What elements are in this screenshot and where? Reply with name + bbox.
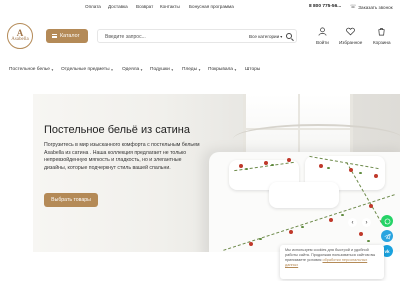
page: A Asabella Оплата Доставка Возврат Конта… xyxy=(0,0,400,281)
nav-item-plaids[interactable]: Пледы ▾ xyxy=(182,67,200,72)
catalog-label: Каталог xyxy=(60,33,80,39)
cart-label: Корзина xyxy=(373,40,391,45)
chevron-left-icon: ‹ xyxy=(351,219,354,226)
telegram-icon xyxy=(384,233,391,239)
hero-banner xyxy=(33,94,400,252)
chevron-down-icon: ▾ xyxy=(171,67,174,72)
top-link-payment[interactable]: Оплата xyxy=(85,4,101,9)
hero-title: Постельное бельё из сатина xyxy=(44,124,190,136)
chevron-down-icon: ▾ xyxy=(111,67,113,72)
top-bar: Оплата Доставка Возврат Контакты Бонусна… xyxy=(0,0,400,14)
phone-number[interactable]: 8 800 775-56... xyxy=(309,4,341,9)
nav-item-label: Одеяла xyxy=(122,67,140,72)
nav-item-label: Постельное белье xyxy=(9,67,50,72)
heart-icon xyxy=(346,27,355,39)
logo[interactable]: A Asabella xyxy=(7,23,33,49)
top-link-delivery[interactable]: Доставка xyxy=(108,4,128,9)
search-icon[interactable] xyxy=(286,33,292,39)
hero-description: Погрузитесь в мир изысканного комфорта с… xyxy=(44,142,200,171)
nav-item-label: Шторы xyxy=(245,67,261,72)
cart-icon xyxy=(377,27,386,39)
chevron-down-icon: ▾ xyxy=(198,67,201,72)
top-link-contacts[interactable]: Контакты xyxy=(160,4,180,9)
login-button[interactable]: Войти xyxy=(316,27,329,45)
user-icon xyxy=(318,27,327,39)
nav-item-label: Пледы xyxy=(182,67,198,72)
chevron-down-icon: ▾ xyxy=(140,67,143,72)
chevron-down-icon: ▾ xyxy=(51,67,54,72)
top-link-return[interactable]: Возврат xyxy=(136,4,153,9)
nav-item-label: Покрывала xyxy=(208,67,233,72)
search-bar: Все категории▾ xyxy=(97,29,297,43)
nav-item-bedspreads[interactable]: Покрывала ▾ xyxy=(208,67,236,72)
slider-prev-button[interactable]: ‹ xyxy=(348,218,357,227)
catalog-button[interactable]: Каталог xyxy=(46,29,88,43)
hero-headboard-image xyxy=(233,124,400,154)
chevron-right-icon: › xyxy=(365,219,368,226)
logo-brand: Asabella xyxy=(11,37,29,42)
nav-item-curtains[interactable]: Шторы xyxy=(245,67,260,72)
choose-products-button[interactable]: Выбрать товары xyxy=(44,193,98,207)
chevron-down-icon: ▾ xyxy=(234,67,237,72)
nav-item-bedding[interactable]: Постельное белье ▾ xyxy=(9,67,53,72)
whatsapp-button[interactable] xyxy=(381,215,393,227)
chevron-down-icon: ▾ xyxy=(280,34,283,39)
search-input[interactable] xyxy=(105,33,235,41)
logo-mark: A xyxy=(16,28,24,38)
nav-item-label: Подушки xyxy=(150,67,170,72)
slider-next-button[interactable]: › xyxy=(362,218,371,227)
callback-label: Заказать звонок xyxy=(358,4,393,10)
nav-item-separate-items[interactable]: Отдельные предметы ▾ xyxy=(61,67,113,72)
cookie-notice: Мы используем cookies для быстрой и удоб… xyxy=(280,245,384,279)
favorites-label: Избранное xyxy=(339,40,363,45)
telegram-button[interactable] xyxy=(381,230,393,242)
nav-item-label: Отдельные предметы xyxy=(61,67,110,72)
menu-icon xyxy=(52,33,57,39)
top-link-bonus[interactable]: Бонусная программа xyxy=(189,4,234,9)
vk-icon: vk xyxy=(384,248,390,254)
cart-button[interactable]: Корзина xyxy=(373,27,391,45)
search-category-select[interactable]: Все категории▾ xyxy=(249,34,282,39)
nav-item-pillows[interactable]: Подушки ▾ xyxy=(150,67,173,72)
search-category-label: Все категории xyxy=(249,34,280,39)
whatsapp-icon xyxy=(384,218,390,224)
hero-bed-image xyxy=(209,152,400,252)
callback-link[interactable]: ☏ Заказать звонок xyxy=(350,4,393,10)
favorites-button[interactable]: Избранное xyxy=(339,27,362,45)
phone-icon: ☏ xyxy=(350,4,357,10)
login-label: Войти xyxy=(316,40,329,45)
nav-item-blankets[interactable]: Одеяла ▾ xyxy=(122,67,142,72)
